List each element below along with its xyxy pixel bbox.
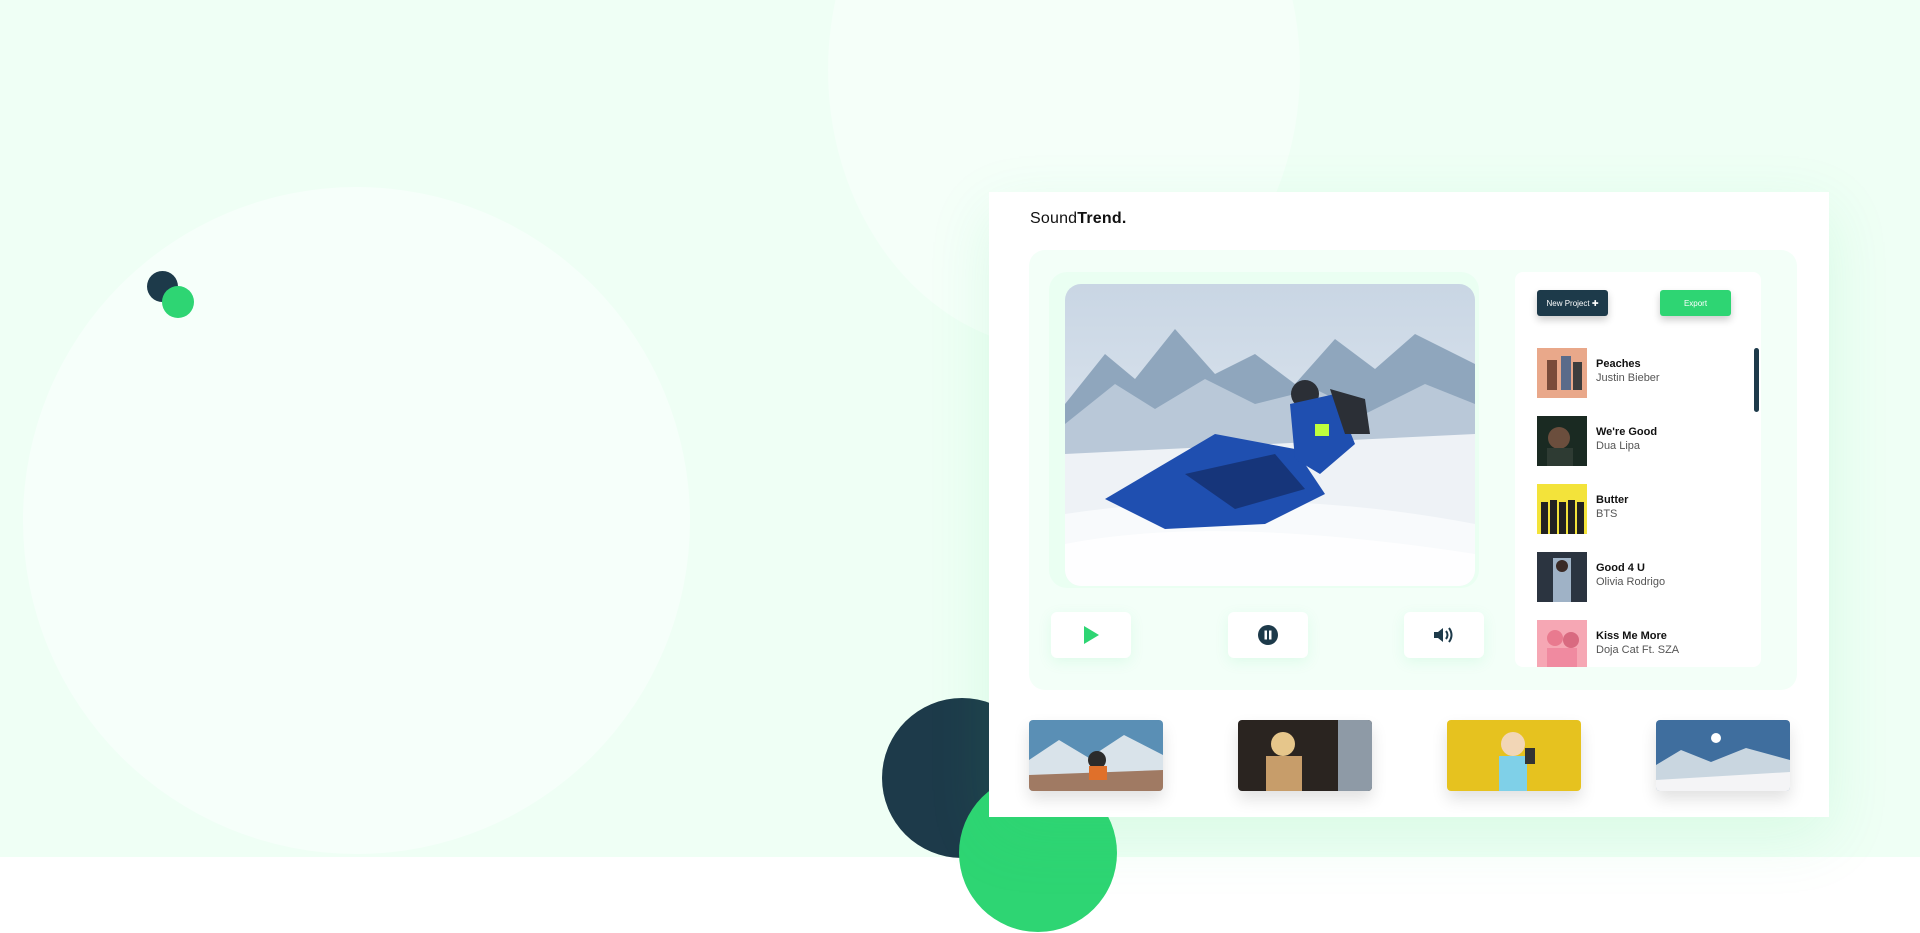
media-thumbnail[interactable] [1656,720,1790,791]
album-art [1537,484,1587,534]
song-artist: Dua Lipa [1596,440,1641,452]
playlist-item[interactable]: We're Good Dua Lipa [1537,416,1737,466]
media-thumbnail[interactable] [1029,720,1163,791]
app-window: SoundTrend. New Project ✚ Export Peaches… [989,192,1829,817]
snowmobile-image [1065,284,1475,586]
video-frame [1049,272,1479,588]
song-artist: BTS [1596,508,1618,520]
export-button[interactable]: Export [1660,290,1731,316]
volume-button[interactable] [1404,612,1484,658]
song-artist: Olivia Rodrigo [1596,576,1666,588]
media-thumbnail[interactable] [1447,720,1581,791]
main-panel: New Project ✚ Export Peaches Justin Bieb… [1029,250,1797,690]
song-artist: Justin Bieber [1596,372,1660,384]
play-button[interactable] [1051,612,1131,658]
playlist-item[interactable]: Butter BTS [1537,484,1737,534]
song-title: We're Good [1596,426,1658,438]
pause-icon [1258,625,1278,645]
playlist-scrollbar[interactable] [1754,348,1759,412]
pause-button[interactable] [1228,612,1308,658]
brand-logo: SoundTrend. [1030,210,1126,228]
decor-dot-green-small [162,286,194,318]
song-title: Butter [1596,494,1629,506]
playlist-panel: New Project ✚ Export Peaches Justin Bieb… [1515,272,1761,667]
background-circle-large [23,187,690,854]
playlist-item[interactable]: Kiss Me More Doja Cat Ft. SZA [1537,620,1737,667]
new-project-button[interactable]: New Project ✚ [1537,290,1608,316]
brand-prefix: Sound [1030,210,1078,227]
song-title: Good 4 U [1596,562,1645,574]
song-title: Peaches [1596,358,1641,370]
media-thumbnail[interactable] [1238,720,1372,791]
play-icon [1084,626,1099,644]
album-art [1537,348,1587,398]
song-artist: Doja Cat Ft. SZA [1596,644,1680,656]
volume-icon [1434,627,1453,643]
brand-bold: Trend. [1077,210,1127,227]
video-preview[interactable] [1065,284,1475,586]
album-art [1537,552,1587,602]
album-art [1537,620,1587,667]
album-art [1537,416,1587,466]
playlist-item[interactable]: Good 4 U Olivia Rodrigo [1537,552,1737,602]
song-title: Kiss Me More [1596,630,1667,642]
playlist-item[interactable]: Peaches Justin Bieber [1537,348,1737,398]
